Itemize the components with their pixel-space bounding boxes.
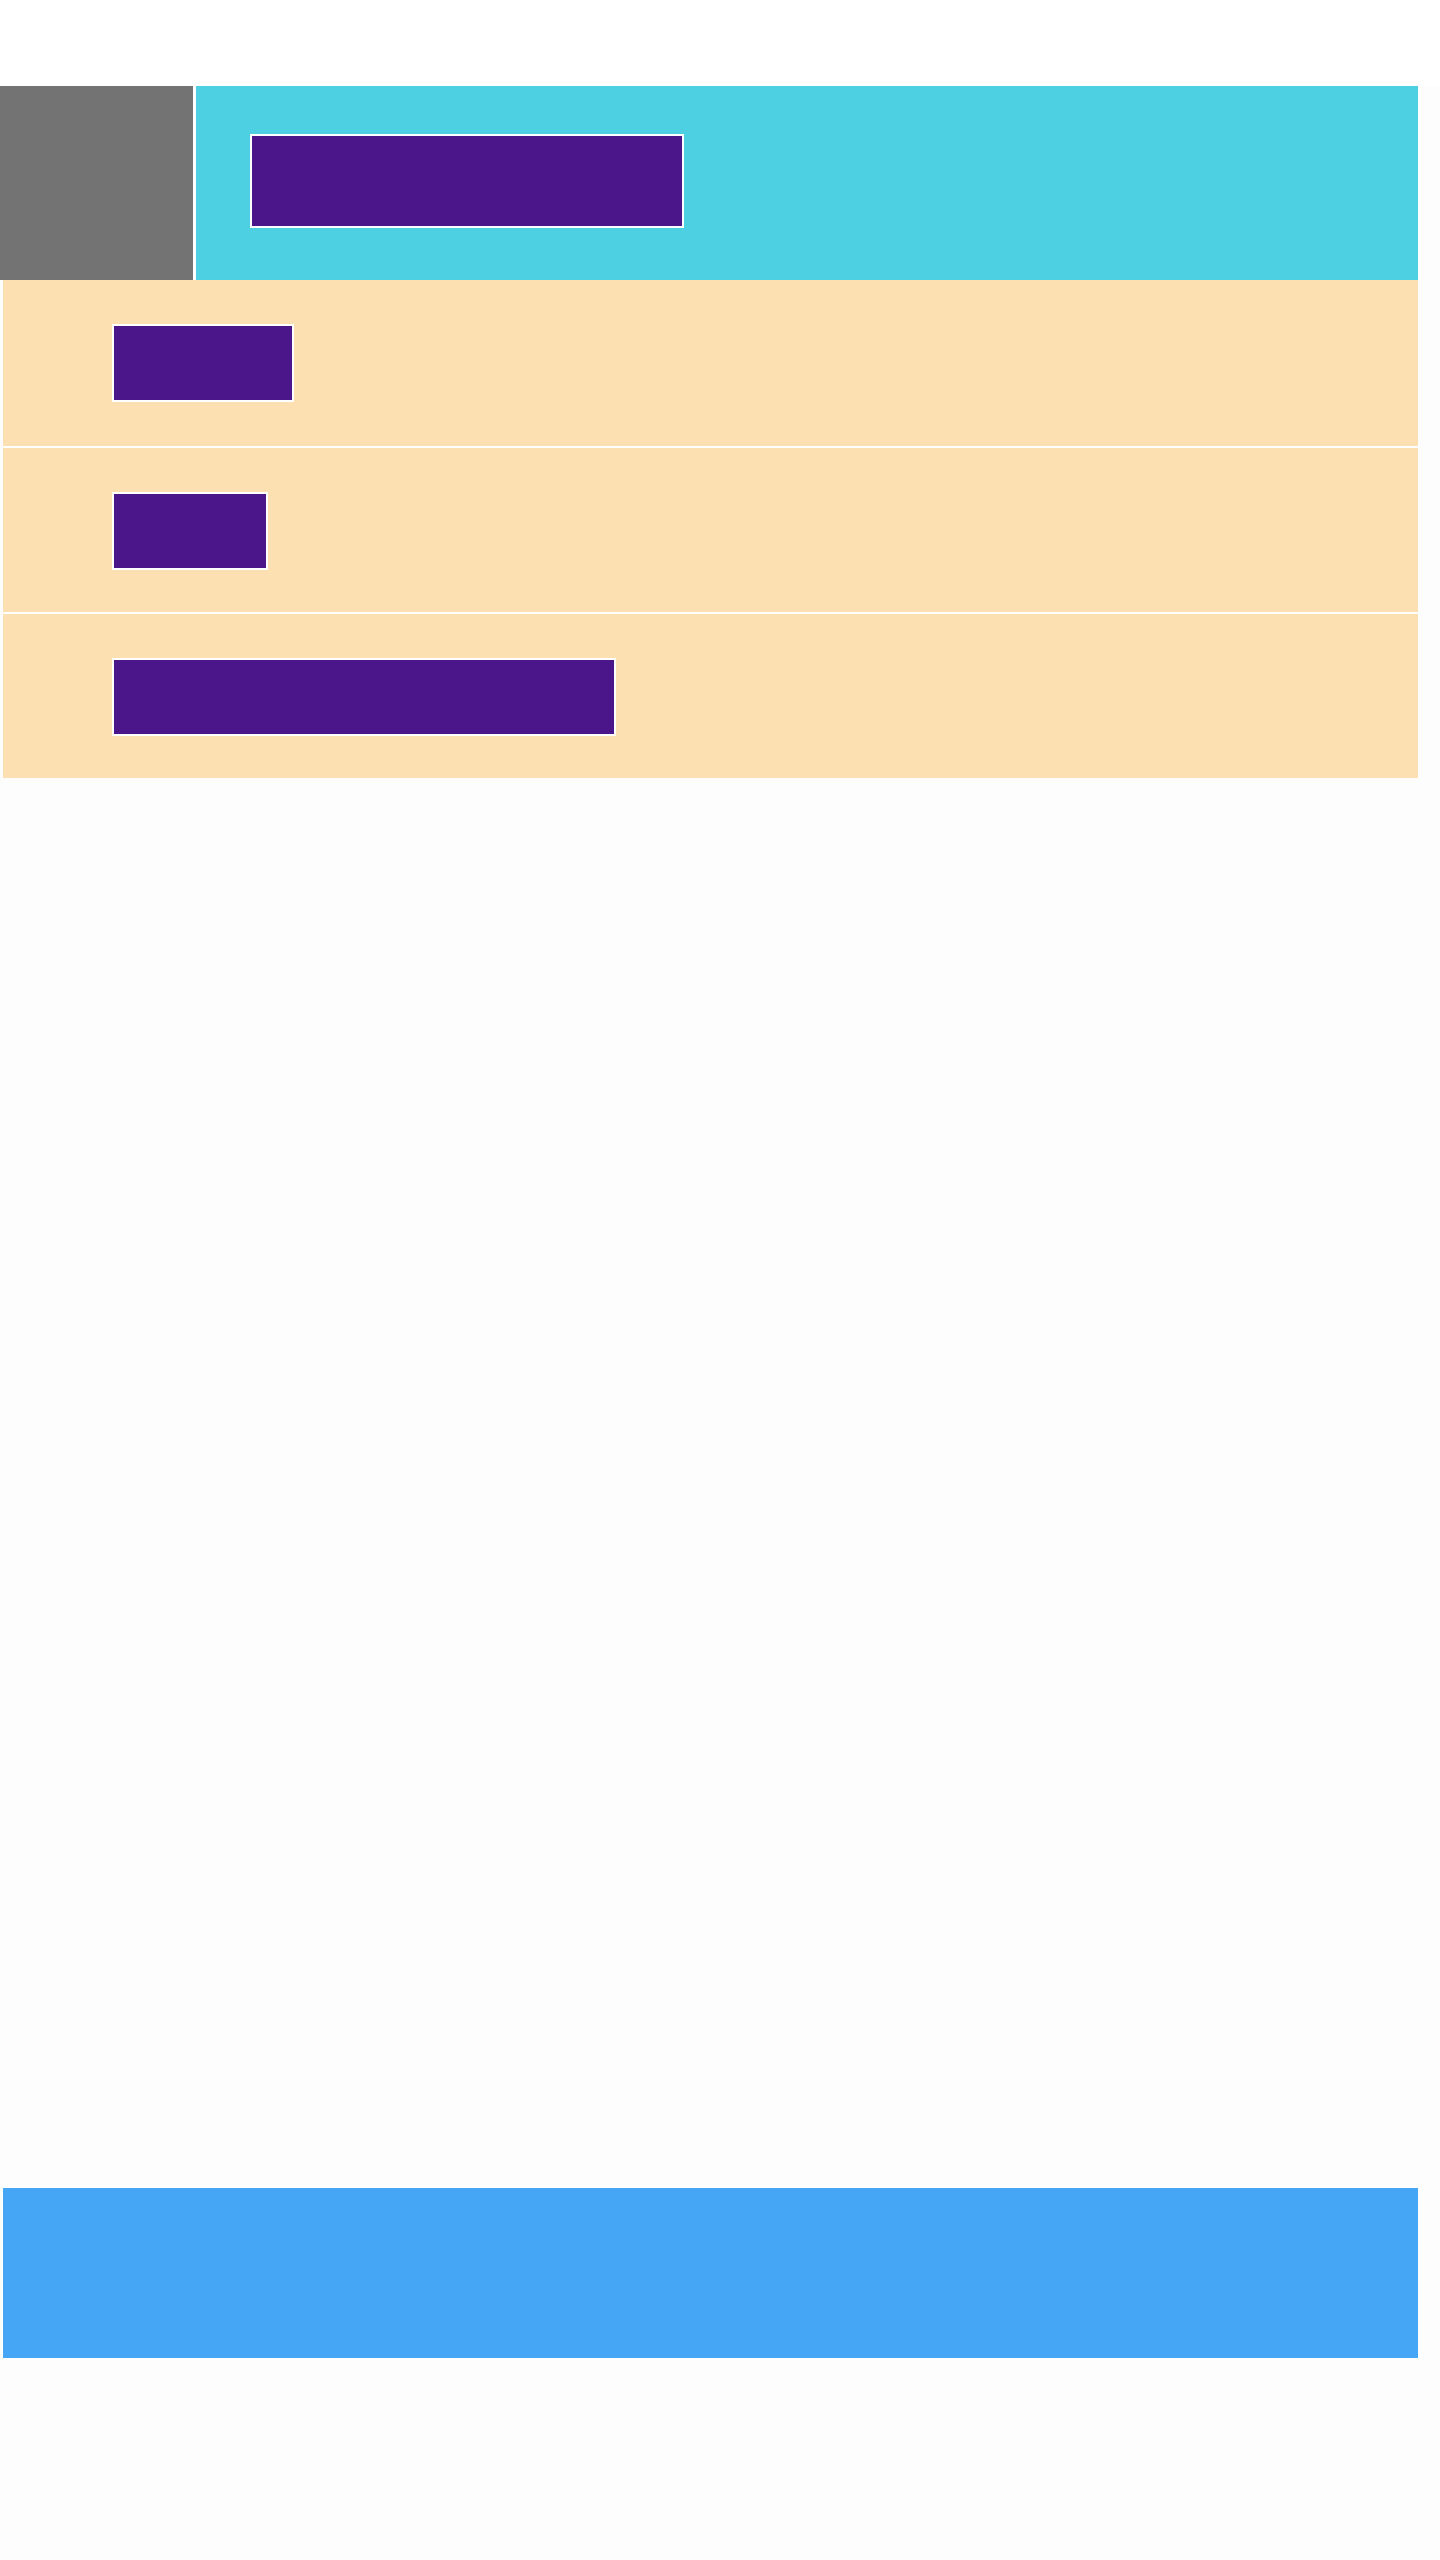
menu-item-label <box>112 492 268 570</box>
menu-list <box>3 280 1418 778</box>
menu-item-2[interactable] <box>3 446 1418 612</box>
app-bar <box>0 86 1418 280</box>
menu-item-3[interactable] <box>3 612 1418 778</box>
nav-drawer-button[interactable] <box>0 86 196 280</box>
menu-item-label <box>112 324 294 402</box>
status-bar-area <box>0 0 1440 86</box>
menu-item-label <box>112 658 616 736</box>
bottom-banner[interactable] <box>3 2188 1418 2358</box>
app-title <box>250 134 684 228</box>
menu-item-1[interactable] <box>3 280 1418 446</box>
